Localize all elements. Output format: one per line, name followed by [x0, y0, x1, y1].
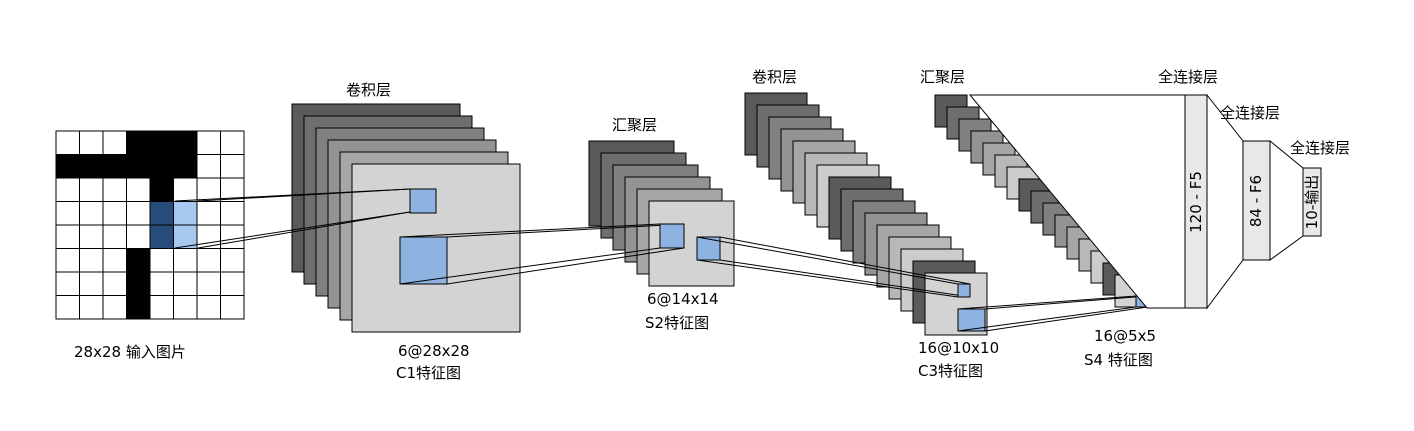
input-pixel — [196, 177, 221, 202]
s4-size-label: 16@5x5 — [1094, 327, 1156, 345]
input-pixel — [126, 130, 151, 155]
input-pixel — [79, 177, 104, 202]
input-pixel — [173, 201, 198, 226]
input-pixel — [220, 224, 245, 249]
f6-text: 84 - F6 — [1247, 175, 1265, 227]
input-pixel — [102, 295, 127, 320]
input-pixel — [102, 177, 127, 202]
input-pixel — [79, 201, 104, 226]
f5-text: 120 - F5 — [1187, 171, 1205, 233]
input-pixel — [196, 201, 221, 226]
input-pixel — [196, 154, 221, 179]
input-pixel — [149, 224, 174, 249]
c3-unit-highlight — [957, 283, 971, 298]
input-pixel — [149, 130, 174, 155]
output-text: 10-输出 — [1303, 175, 1321, 230]
input-pixel — [102, 201, 127, 226]
input-pixel — [55, 154, 80, 179]
input-pixel — [102, 248, 127, 273]
input-pixel — [79, 154, 104, 179]
s2-feature-maps — [588, 140, 735, 287]
input-label: 28x28 输入图片 — [74, 343, 186, 361]
input-pixel — [149, 271, 174, 296]
input-pixel — [55, 201, 80, 226]
input-pixel — [173, 248, 198, 273]
c1-feature-maps — [291, 103, 521, 333]
c3-name-label: C3特征图 — [918, 362, 983, 380]
input-pixel — [220, 154, 245, 179]
input-pixel — [79, 248, 104, 273]
c1-size-label: 6@28x28 — [398, 342, 470, 360]
f5-to-f6-trapezoid — [1206, 93, 1244, 310]
input-pixel — [196, 248, 221, 273]
lenet-diagram: 28x28 输入图片 卷积层 6@28x28 C1特征图 汇聚层 6@14x14… — [55, 68, 1350, 382]
input-pixel — [55, 130, 80, 155]
c1-region-highlight — [399, 236, 448, 285]
input-pixel — [79, 224, 104, 249]
s4-name-label: S4 特征图 — [1084, 351, 1153, 369]
s2-top-label: 汇聚层 — [612, 116, 657, 134]
input-pixel — [220, 295, 245, 320]
input-pixel — [102, 154, 127, 179]
c3-top-label: 卷积层 — [752, 68, 797, 86]
s2-unit-highlight — [659, 223, 685, 249]
c1-name-label: C1特征图 — [396, 364, 461, 382]
input-pixel — [196, 271, 221, 296]
input-pixel — [126, 224, 151, 249]
input-pixel — [55, 177, 80, 202]
input-pixel — [55, 248, 80, 273]
input-image-grid — [55, 130, 245, 320]
f6-to-out-trapezoid — [1269, 139, 1304, 261]
input-pixel — [79, 295, 104, 320]
c3-size-label: 16@10x10 — [918, 339, 999, 357]
input-pixel — [220, 201, 245, 226]
input-pixel — [196, 130, 221, 155]
input-pixel — [173, 295, 198, 320]
output-top-label: 全连接层 — [1290, 139, 1350, 157]
input-pixel — [149, 154, 174, 179]
c1-top-label: 卷积层 — [346, 81, 391, 99]
input-pixel — [126, 295, 151, 320]
s2-name-label: S2特征图 — [645, 314, 709, 332]
input-pixel — [149, 248, 174, 273]
input-pixel — [173, 130, 198, 155]
input-pixel — [102, 130, 127, 155]
input-pixel — [55, 295, 80, 320]
input-pixel — [126, 248, 151, 273]
input-pixel — [220, 248, 245, 273]
input-pixel — [173, 154, 198, 179]
s4-to-f5-trapezoid — [968, 94, 1186, 309]
input-pixel — [102, 271, 127, 296]
input-pixel — [149, 201, 174, 226]
f6-top-label: 全连接层 — [1220, 104, 1280, 122]
input-pixel — [55, 224, 80, 249]
input-pixel — [220, 130, 245, 155]
input-pixel — [220, 271, 245, 296]
input-pixel — [149, 177, 174, 202]
input-pixel — [102, 224, 127, 249]
input-pixel — [173, 177, 198, 202]
input-pixel — [79, 271, 104, 296]
input-pixel — [173, 271, 198, 296]
input-pixel — [126, 271, 151, 296]
input-pixel — [79, 130, 104, 155]
c1-unit-highlight — [409, 188, 437, 214]
s4-top-label: 汇聚层 — [920, 68, 965, 86]
input-pixel — [126, 201, 151, 226]
s2-size-label: 6@14x14 — [647, 290, 719, 308]
input-pixel — [126, 177, 151, 202]
input-pixel — [196, 295, 221, 320]
input-pixel — [126, 154, 151, 179]
f5-top-label: 全连接层 — [1158, 68, 1218, 86]
input-pixel — [149, 295, 174, 320]
input-pixel — [55, 271, 80, 296]
